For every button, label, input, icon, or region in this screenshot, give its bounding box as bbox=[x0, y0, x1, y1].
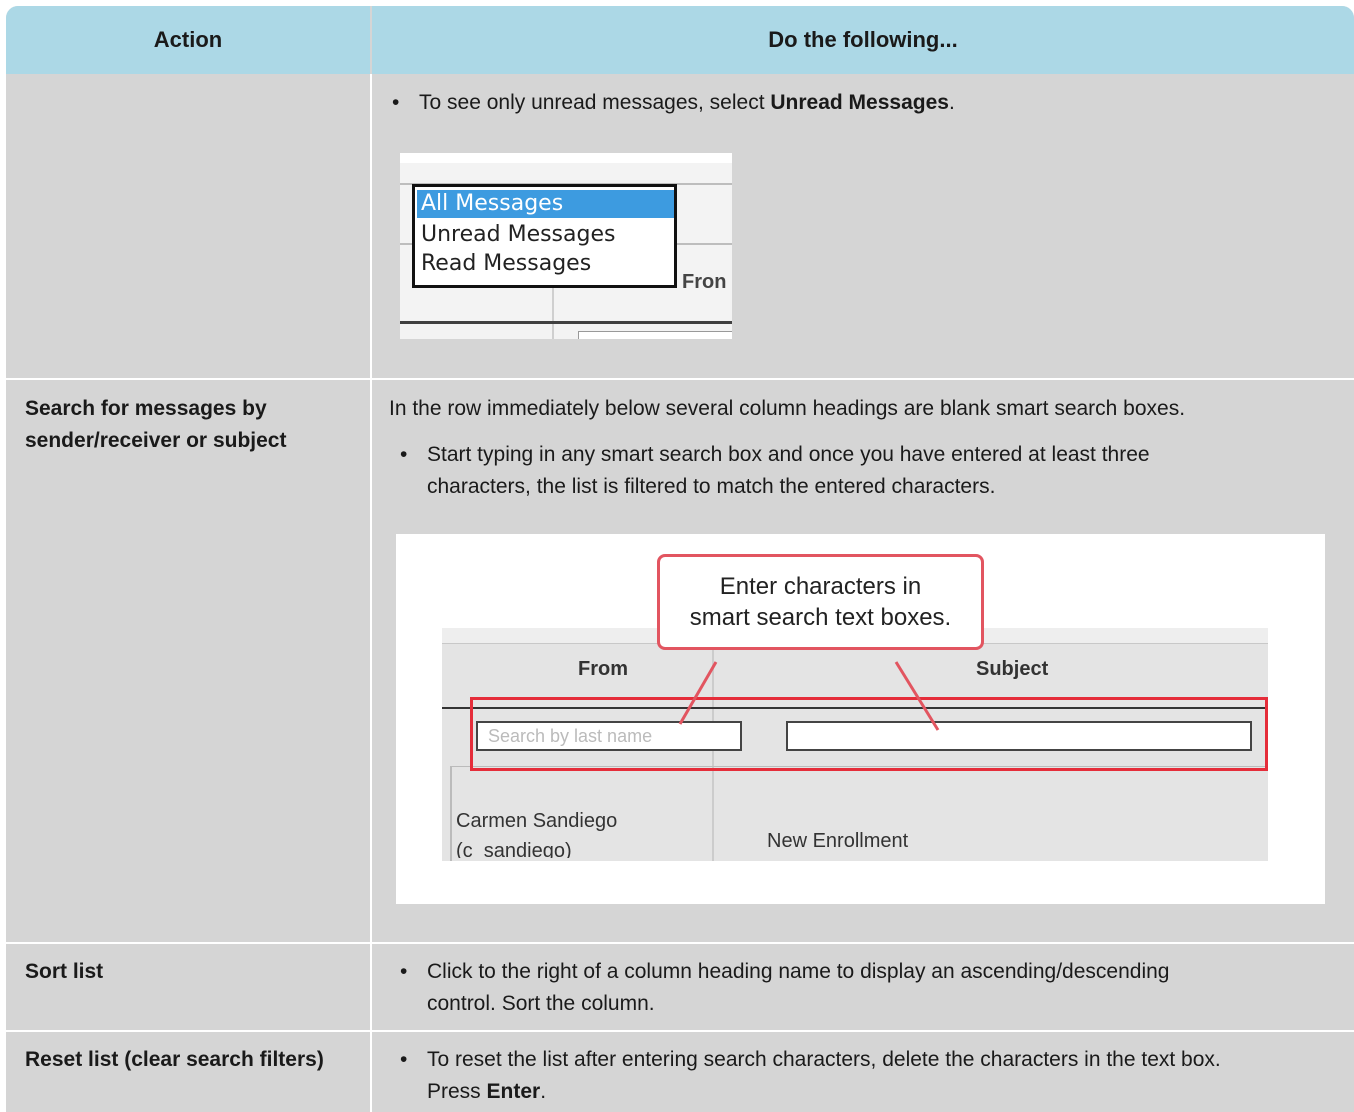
row3-bullet-line2: control. Sort the column. bbox=[427, 992, 655, 1015]
header-action-cell: Action bbox=[6, 6, 370, 74]
header-do-label: Do the following... bbox=[768, 27, 958, 52]
row-divider bbox=[6, 942, 1354, 944]
row4-bullet-line2: Press Enter. bbox=[427, 1080, 547, 1103]
instructions-table: Action Do the following... • To see only… bbox=[6, 6, 1354, 1112]
row3-bullet-line1: Click to the right of a column heading n… bbox=[427, 960, 1170, 983]
option-all-messages[interactable]: All Messages bbox=[417, 190, 674, 218]
row-divider bbox=[6, 378, 1354, 380]
row-divider bbox=[6, 1030, 1354, 1032]
column-divider bbox=[370, 74, 372, 1112]
option-read-messages[interactable]: Read Messages bbox=[417, 250, 674, 278]
row2-action-line2: sender/receiver or subject bbox=[25, 429, 287, 452]
row2-bullet-line1: Start typing in any smart search box and… bbox=[427, 443, 1150, 466]
row2-action-line1: Search for messages by bbox=[25, 397, 267, 420]
callout-line2: smart search text boxes. bbox=[689, 604, 952, 631]
header-action-label: Action bbox=[153, 27, 223, 52]
row4-bullet-line1: To reset the list after entering search … bbox=[427, 1048, 1221, 1071]
message-filter-dropdown[interactable]: All Messages Unread Messages Read Messag… bbox=[412, 184, 677, 288]
row2-bullet-line2: characters, the list is filtered to matc… bbox=[427, 475, 996, 498]
bullet-icon: • bbox=[392, 91, 400, 114]
bullet-icon: • bbox=[400, 1048, 408, 1071]
from-column-label: Fron bbox=[682, 271, 727, 293]
callout-line1: Enter characters in bbox=[719, 573, 922, 600]
row3-action: Sort list bbox=[25, 960, 104, 983]
message-filter-screenshot: Fron All Messages Unread Messages Read M… bbox=[400, 153, 732, 339]
bullet-icon: • bbox=[400, 443, 408, 466]
bullet-icon: • bbox=[400, 960, 408, 983]
row4-action: Reset list (clear search filters) bbox=[25, 1048, 324, 1071]
row2-intro: In the row immediately below several col… bbox=[389, 397, 1186, 420]
row1-bullet-text: To see only unread messages, select Unre… bbox=[419, 91, 955, 114]
callout-box: Enter characters in smart search text bo… bbox=[657, 554, 984, 650]
smart-search-screenshot: From Subject Search by last name Carmen … bbox=[396, 534, 1325, 904]
header-do-cell: Do the following... bbox=[372, 6, 1354, 74]
option-unread-messages[interactable]: Unread Messages bbox=[417, 221, 674, 249]
